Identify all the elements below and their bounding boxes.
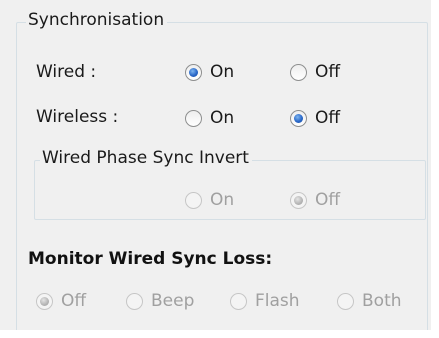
sync-loss-flash-radio[interactable]: Flash	[230, 290, 300, 312]
sync-loss-both-radio[interactable]: Both	[337, 290, 402, 312]
wired-on-radio-circle[interactable]	[185, 63, 202, 81]
wired-phase-sync-invert-title: Wired Phase Sync Invert	[40, 148, 252, 168]
synchronisation-group-title: Synchronisation	[26, 10, 168, 30]
sync-loss-both-radio-circle[interactable]	[337, 292, 354, 310]
wireless-on-radio-circle[interactable]	[185, 109, 202, 127]
window-right-edge	[431, 0, 439, 338]
synchronisation-panel: Synchronisation Wired : On Off Wireless …	[0, 0, 439, 338]
phase-invert-on-label: On	[210, 190, 235, 210]
sync-loss-off-label: Off	[61, 291, 87, 311]
wireless-off-radio[interactable]: Off	[290, 107, 340, 129]
wireless-off-radio-circle[interactable]	[290, 109, 307, 127]
wired-off-radio-circle[interactable]	[290, 63, 307, 81]
phase-invert-off-label: Off	[315, 190, 341, 210]
wired-off-radio[interactable]: Off	[290, 61, 340, 83]
wireless-label: Wireless :	[36, 107, 119, 127]
sync-loss-flash-label: Flash	[255, 291, 300, 311]
wireless-on-label: On	[210, 108, 235, 128]
phase-invert-on-radio-circle[interactable]	[185, 191, 202, 209]
window-bottom-edge	[0, 330, 439, 338]
monitor-wired-sync-loss-label: Monitor Wired Sync Loss:	[28, 249, 273, 269]
sync-loss-flash-radio-circle[interactable]	[230, 292, 247, 310]
phase-invert-on-radio[interactable]: On	[185, 189, 234, 211]
sync-loss-beep-radio[interactable]: Beep	[126, 290, 194, 312]
wired-on-radio[interactable]: On	[185, 61, 234, 83]
sync-loss-beep-label: Beep	[151, 291, 195, 311]
wired-on-label: On	[210, 62, 235, 82]
sync-loss-both-label: Both	[362, 291, 402, 311]
phase-invert-off-radio[interactable]: Off	[290, 189, 340, 211]
sync-loss-off-radio[interactable]: Off	[36, 290, 86, 312]
wired-off-label: Off	[315, 62, 341, 82]
wired-label: Wired :	[36, 62, 97, 82]
wireless-on-radio[interactable]: On	[185, 107, 234, 129]
wireless-off-label: Off	[315, 108, 341, 128]
sync-loss-off-radio-circle[interactable]	[36, 292, 53, 310]
phase-invert-off-radio-circle[interactable]	[290, 191, 307, 209]
sync-loss-beep-radio-circle[interactable]	[126, 292, 143, 310]
